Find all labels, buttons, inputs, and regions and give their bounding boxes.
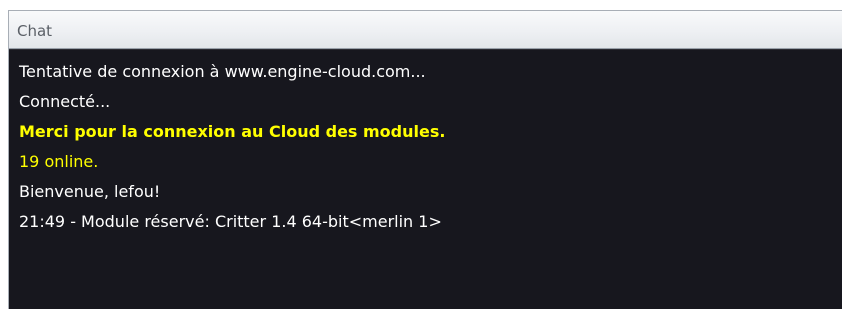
window-title: Chat <box>17 22 53 40</box>
chat-message: Bienvenue, lefou! <box>19 182 161 201</box>
chat-window: Chat Tentative de connexion à www.engine… <box>8 10 842 309</box>
chat-message: Merci pour la connexion au Cloud des mod… <box>19 122 446 141</box>
chat-message: Connecté... <box>19 92 111 111</box>
chat-title-bar: Chat <box>9 11 842 49</box>
chat-message: Tentative de connexion à www.engine-clou… <box>19 62 426 81</box>
chat-log[interactable]: Tentative de connexion à www.engine-clou… <box>9 49 842 309</box>
chat-message: 19 online. <box>19 152 99 171</box>
chat-message: 21:49 - Module réservé: Critter 1.4 64-b… <box>19 212 442 231</box>
